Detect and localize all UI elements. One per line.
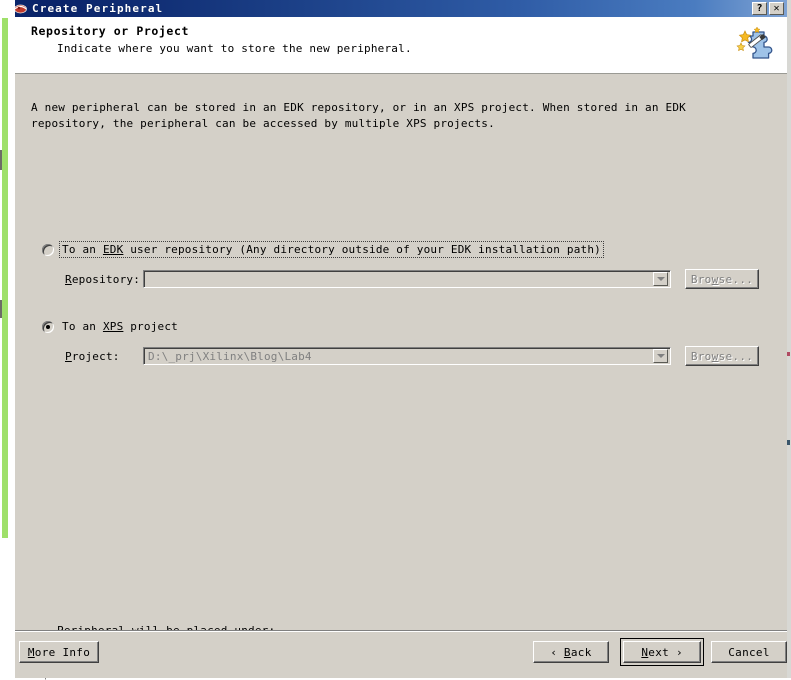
radio-edk-label-suffix: user repository (Any directory outside o…	[123, 243, 601, 256]
radio-option-xps-project[interactable]: To an XPS project	[42, 319, 180, 334]
radio-edk-label-mnemonic: EDK	[102, 243, 124, 256]
repository-browse-pre: Bro	[690, 272, 712, 286]
more-info-label-rest: ore Info	[34, 645, 91, 659]
back-arrow-icon: ‹	[550, 645, 557, 659]
repository-label-mnemonic: R	[65, 272, 72, 286]
dialog-body: A new peripheral can be stored in an EDK…	[15, 74, 787, 680]
page-title: Repository or Project	[31, 24, 189, 38]
repository-browse-button[interactable]: Bro w se...	[685, 269, 759, 289]
back-mnemonic: B	[563, 645, 571, 659]
chevron-down-glyph	[656, 277, 665, 281]
back-button[interactable]: ‹ Back	[533, 641, 609, 663]
project-browse-post: se...	[718, 349, 754, 363]
radio-option-edk-repository[interactable]: To an EDK user repository (Any directory…	[42, 241, 604, 258]
repository-label: Repository:	[65, 273, 143, 286]
repository-browse-mnemonic: w	[711, 272, 719, 286]
background-artifact-right-lower	[787, 440, 790, 445]
background-artifact-left-upper	[0, 150, 2, 170]
repository-field-row: Repository: Bro w se...	[65, 269, 759, 289]
help-button[interactable]: ?	[752, 2, 767, 15]
back-label-rest: ack	[570, 645, 592, 659]
next-mnemonic: N	[641, 645, 649, 659]
repository-combo-input[interactable]	[143, 270, 671, 288]
radio-option-edk-repository-label: To an EDK user repository (Any directory…	[59, 241, 604, 258]
radio-option-xps-project-label: To an XPS project	[60, 319, 180, 334]
radio-xps-label-mnemonic: XPS	[102, 320, 124, 333]
radio-xps-project-indicator[interactable]	[42, 320, 54, 333]
wizard-puzzle-icon	[735, 23, 779, 67]
more-info-button[interactable]: More Info	[19, 641, 99, 663]
xilinx-logo-icon	[15, 1, 28, 16]
page-subtitle: Indicate where you want to store the new…	[57, 42, 412, 55]
dialog-header: Repository or Project Indicate where you…	[15, 17, 787, 74]
chevron-down-glyph	[656, 354, 665, 358]
project-label-mnemonic: P	[65, 349, 72, 363]
dialog-titlebar[interactable]: Create Peripheral ? ✕	[15, 0, 787, 17]
radio-xps-label-suffix: project	[123, 320, 178, 333]
repository-label-rest: epository:	[71, 272, 141, 286]
chevron-down-icon[interactable]	[653, 272, 668, 286]
project-browse-button[interactable]: Bro w se...	[685, 346, 759, 366]
radio-xps-label-prefix: To an	[62, 320, 103, 333]
repository-combo-bevel	[144, 271, 670, 287]
background-artifact-left-lower	[0, 300, 2, 318]
body-description: A new peripheral can be stored in an EDK…	[31, 101, 686, 130]
radio-edk-repository-indicator[interactable]	[42, 243, 54, 256]
chevron-down-icon[interactable]	[653, 349, 668, 363]
project-field-row: Project: D:\_prj\Xilinx\Blog\Lab4 Bro w se…	[65, 346, 759, 366]
close-icon[interactable]: ✕	[769, 2, 784, 15]
project-combo-value: D:\_prj\Xilinx\Blog\Lab4	[148, 349, 312, 363]
project-combo-input[interactable]: D:\_prj\Xilinx\Blog\Lab4	[143, 347, 671, 365]
next-arrow-icon: ›	[676, 645, 683, 659]
project-label: Project:	[65, 350, 143, 363]
cancel-button[interactable]: Cancel	[711, 641, 787, 663]
background-artifact-right-upper	[787, 352, 790, 356]
radio-edk-label-prefix: To an	[62, 243, 103, 256]
next-label-rest: ext	[648, 645, 670, 659]
project-browse-mnemonic: w	[711, 349, 719, 363]
project-label-rest: roject:	[71, 349, 120, 363]
create-peripheral-dialog: Create Peripheral ? ✕ Repository or Proj…	[14, 0, 787, 680]
repository-browse-post: se...	[718, 272, 754, 286]
project-browse-pre: Bro	[690, 349, 712, 363]
next-button-default-frame: Next ›	[620, 638, 704, 666]
dialog-footer: More Info ‹ Back Next › Cancel	[15, 632, 787, 678]
dialog-title: Create Peripheral	[32, 2, 164, 15]
more-info-mnemonic: M	[27, 645, 35, 659]
next-button[interactable]: Next ›	[623, 641, 701, 663]
